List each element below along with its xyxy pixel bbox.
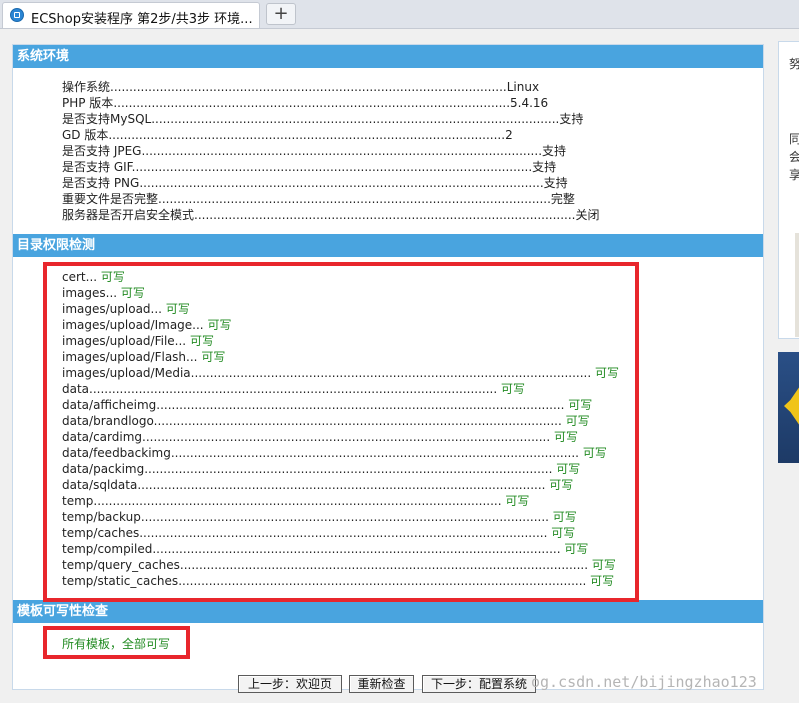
item-dots: ........................................… xyxy=(113,96,511,110)
item-dots: ........................................… xyxy=(194,208,576,222)
item-value: 完整 xyxy=(550,192,575,206)
item-label: 是否支持 PNG xyxy=(62,176,140,190)
item-dots: ........................................… xyxy=(108,128,506,142)
dir-perm-highlight-box xyxy=(43,262,639,602)
item-dots: ........................................… xyxy=(141,144,543,158)
section-header-system-env: 系统环境 xyxy=(13,45,763,68)
item-label: 重要文件是否完整 xyxy=(62,192,159,206)
item-dots: ........................................… xyxy=(158,192,551,206)
section-header-template-check: 模板可写性检查 xyxy=(13,600,763,623)
prev-step-button[interactable]: 上一步：欢迎页 xyxy=(238,675,342,693)
item-dots: ........................................… xyxy=(139,176,544,190)
sidebar-text-2: 同 xyxy=(789,132,799,146)
new-tab-button[interactable]: + xyxy=(266,3,296,25)
system-env-list: 操作系统....................................… xyxy=(62,79,599,223)
list-item: GD 版本...................................… xyxy=(62,127,599,143)
item-label: 是否支持 JPEG xyxy=(62,144,142,158)
list-item: 是否支持 JPEG...............................… xyxy=(62,143,599,159)
item-label: 服务器是否开启安全模式 xyxy=(62,208,195,222)
sidebar-text-1: 努 xyxy=(789,57,799,71)
item-dots: ........................................… xyxy=(131,160,533,174)
item-value: 支持 xyxy=(532,160,557,174)
item-dots: ........................................… xyxy=(151,112,560,126)
page-viewport: 系统环境 操作系统...............................… xyxy=(0,29,799,703)
item-label: PHP 版本 xyxy=(62,96,114,110)
section-header-dir-perm: 目录权限检测 xyxy=(13,234,763,257)
list-item: 操作系统....................................… xyxy=(62,79,599,95)
list-item: 服务器是否开启安全模式.............................… xyxy=(62,207,599,223)
item-value: 关闭 xyxy=(575,208,600,222)
item-value: 支持 xyxy=(543,176,568,190)
next-step-button[interactable]: 下一步：配置系统 xyxy=(422,675,536,693)
list-item: 是否支持 PNG................................… xyxy=(62,175,599,191)
item-value: 2 xyxy=(505,128,513,142)
item-label: 是否支持 GIF xyxy=(62,160,132,174)
tab-title: ECShop安装程序 第2步/共3步 环境... xyxy=(31,12,253,27)
sidebar-text-4: 享 xyxy=(789,168,799,182)
list-item: PHP 版本..................................… xyxy=(62,95,599,111)
item-value: 支持 xyxy=(559,112,584,126)
template-check-highlight-box xyxy=(43,626,190,659)
item-label: 操作系统 xyxy=(62,80,111,94)
recheck-button[interactable]: 重新检查 xyxy=(349,675,414,693)
browser-tab-bar: ECShop安装程序 第2步/共3步 环境... + xyxy=(0,0,799,29)
item-value: 5.4.16 xyxy=(510,96,549,110)
item-value: 支持 xyxy=(542,144,567,158)
sidebar-image-strip xyxy=(795,233,799,337)
page-icon xyxy=(10,8,24,22)
watermark: og.csdn.net/bijingzhao123 xyxy=(531,673,757,691)
browser-tab[interactable]: ECShop安装程序 第2步/共3步 环境... xyxy=(2,2,260,28)
item-value: Linux xyxy=(506,80,540,94)
item-label: 是否支持MySQL xyxy=(62,112,152,126)
item-label: GD 版本 xyxy=(62,128,109,142)
list-item: 是否支持 GIF................................… xyxy=(62,159,599,175)
item-dots: ........................................… xyxy=(110,80,507,94)
list-item: 重要文件是否完整................................… xyxy=(62,191,599,207)
sidebar-text-3: 会 xyxy=(789,150,799,164)
list-item: 是否支持MySQL...............................… xyxy=(62,111,599,127)
